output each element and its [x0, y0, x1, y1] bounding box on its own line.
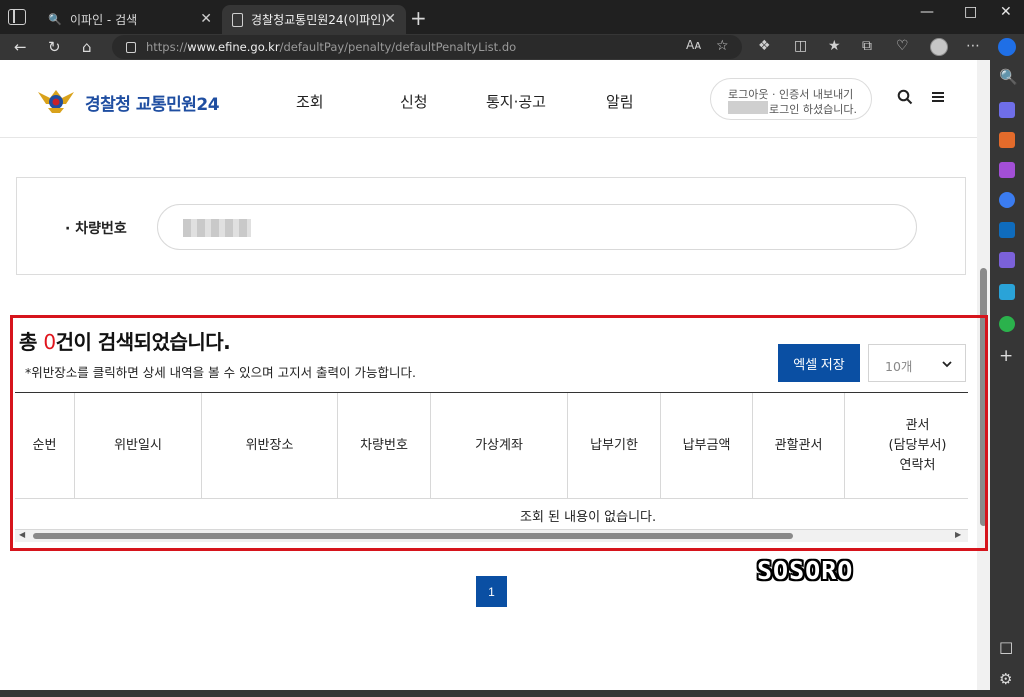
profile-avatar[interactable]	[930, 38, 948, 56]
results-title-suffix: 건이 검색되었습니다.	[55, 330, 231, 354]
excel-save-button[interactable]: 엑셀 저장	[778, 344, 860, 382]
sidebar-toggle-icon[interactable]: □	[999, 638, 1013, 656]
page-number-button[interactable]: 1	[476, 576, 507, 607]
column-header-vehicle: 차량번호	[338, 393, 431, 499]
page-size-value: 10개	[885, 359, 913, 374]
scrollbar-thumb[interactable]	[33, 533, 793, 539]
vehicle-search-panel: · 차량번호	[16, 177, 966, 275]
split-screen-icon[interactable]: ◫	[794, 38, 807, 54]
column-header-contact: 관서 (담당부서) 연락처	[888, 417, 947, 474]
site-logo[interactable]: 경찰청 교통민원24	[85, 90, 220, 115]
table-horizontal-scrollbar[interactable]: ◀ ▶	[15, 530, 968, 542]
login-status-text: 로그인 하셨습니다.	[769, 103, 857, 116]
telegram-icon[interactable]	[999, 284, 1015, 300]
browser-essentials-icon[interactable]: ♡	[896, 38, 909, 54]
minimize-icon[interactable]: —	[920, 4, 934, 20]
more-menu-icon[interactable]: ⋯	[966, 38, 980, 54]
copilot-icon[interactable]	[998, 38, 1016, 56]
tab-title: 경찰청교통민원24(이파인)	[251, 13, 387, 27]
search-icon[interactable]: 🔍	[999, 68, 1018, 86]
microsoft365-icon[interactable]	[999, 192, 1015, 208]
settings-gear-icon[interactable]: ⚙	[999, 670, 1012, 688]
favorites-icon[interactable]: ★	[828, 38, 841, 54]
user-name-redacted	[728, 101, 768, 114]
maximize-icon[interactable]: □	[964, 4, 977, 20]
column-header-amount: 납부금액	[661, 393, 753, 499]
watermark: SOSORO	[757, 556, 854, 585]
add-icon[interactable]: +	[999, 346, 1013, 366]
close-icon[interactable]: ✕	[384, 11, 396, 27]
document-icon	[232, 12, 243, 27]
games-icon[interactable]	[999, 162, 1015, 178]
shopping-icon[interactable]	[999, 102, 1015, 118]
empty-message: 조회 된 내용이 없습니다.	[520, 510, 657, 525]
results-section: 총 0건이 검색되었습니다. *위반장소를 클릭하면 상세 내역을 볼 수 있으…	[10, 315, 988, 551]
brand-service: 교통민원24	[135, 95, 220, 115]
browser-tab-bar: 🔍 이파인 - 검색 ✕ 경찰청교통민원24(이파인) ✕ + — □ ✕	[0, 0, 1024, 34]
tab-title: 이파인 - 검색	[70, 13, 138, 27]
favorite-star-icon[interactable]: ☆	[716, 38, 729, 54]
logout-cert-links[interactable]: 로그아웃 · 인증서 내보내기	[728, 86, 853, 102]
window-bottom-border	[0, 690, 990, 697]
vehicle-number-label-text: 차량번호	[75, 221, 127, 237]
menu-alerts[interactable]: 알림	[606, 91, 634, 112]
table-row-empty: 조회 된 내용이 없습니다.	[15, 499, 968, 530]
column-header-due-date: 납부기한	[568, 393, 661, 499]
column-header-no: 순번	[15, 393, 75, 499]
designer-icon[interactable]	[999, 252, 1015, 268]
close-icon[interactable]: ✕	[200, 11, 212, 27]
tools-icon[interactable]	[999, 132, 1015, 148]
url-path: /defaultPay/penalty/defaultPenaltyList.d…	[279, 40, 517, 54]
police-emblem-icon	[38, 90, 74, 113]
window-close-icon[interactable]: ✕	[1000, 4, 1012, 20]
column-header-account: 가상계좌	[431, 393, 568, 499]
vehicle-number-input[interactable]	[182, 217, 862, 239]
url-host: www.efine.go.kr	[187, 40, 280, 54]
brand-police: 경찰청	[85, 95, 131, 115]
penalty-table: 순번 위반일시 위반장소 차량번호 가상계좌 납부기한 납부금액 관할관서 관서…	[15, 392, 968, 530]
scroll-right-arrow-icon[interactable]: ▶	[955, 530, 961, 539]
menu-notice[interactable]: 통지·공고	[486, 91, 546, 112]
page-size-select[interactable]: 10개	[868, 344, 966, 382]
results-count: 0	[43, 330, 56, 354]
extensions-icon[interactable]: ❖	[758, 38, 771, 54]
results-title-prefix: 총	[19, 330, 44, 354]
edge-sidebar: 🔍 + □ ⚙	[990, 34, 1024, 697]
home-icon[interactable]: ⌂	[82, 38, 92, 56]
url-scheme: https://	[146, 40, 188, 54]
column-header-office: 관할관서	[753, 393, 845, 499]
tab-search[interactable]: 🔍 이파인 - 검색 ✕	[38, 5, 222, 34]
search-icon[interactable]	[897, 89, 913, 105]
drop-icon[interactable]	[999, 316, 1015, 332]
search-icon: 🔍	[48, 13, 62, 26]
outlook-icon[interactable]	[999, 222, 1015, 238]
address-toolbar: ← ↻ ⌂ https:// www.efine.go.kr /defaultP…	[0, 34, 990, 60]
vehicle-number-field[interactable]	[157, 204, 917, 250]
back-icon[interactable]: ←	[14, 38, 27, 56]
column-header-datetime: 위반일시	[75, 393, 202, 499]
results-note: *위반장소를 클릭하면 상세 내역을 볼 수 있으며 고지서 출력이 가능합니다…	[25, 365, 416, 380]
read-aloud-icon[interactable]: Aᴀ	[686, 38, 701, 52]
site-header: 경찰청 교통민원24 조회 신청 통지·공고 알림 로그아웃 · 인증서 내보내…	[0, 60, 977, 138]
tab-actions-icon[interactable]	[8, 9, 26, 25]
refresh-icon[interactable]: ↻	[48, 38, 61, 56]
new-tab-icon[interactable]: +	[410, 6, 427, 30]
results-summary: 총 0건이 검색되었습니다.	[19, 326, 231, 355]
table-header-row: 순번 위반일시 위반장소 차량번호 가상계좌 납부기한 납부금액 관할관서 관서…	[15, 393, 968, 499]
web-page: 경찰청 교통민원24 조회 신청 통지·공고 알림 로그아웃 · 인증서 내보내…	[0, 60, 990, 690]
menu-apply[interactable]: 신청	[400, 91, 428, 112]
hamburger-menu-icon[interactable]	[930, 89, 946, 105]
scroll-left-arrow-icon[interactable]: ◀	[19, 530, 25, 539]
vehicle-number-label: · 차량번호	[65, 221, 127, 237]
collections-icon[interactable]: ⧉	[862, 38, 872, 54]
menu-lookup[interactable]: 조회	[296, 91, 324, 112]
column-header-location: 위반장소	[202, 393, 338, 499]
chevron-down-icon	[942, 361, 952, 368]
lock-icon	[126, 41, 136, 53]
tab-efine[interactable]: 경찰청교통민원24(이파인) ✕	[222, 5, 406, 34]
url-bar[interactable]: https:// www.efine.go.kr /defaultPay/pen…	[112, 35, 742, 59]
login-status-box: 로그아웃 · 인증서 내보내기 로그인 하셨습니다.	[710, 78, 872, 120]
